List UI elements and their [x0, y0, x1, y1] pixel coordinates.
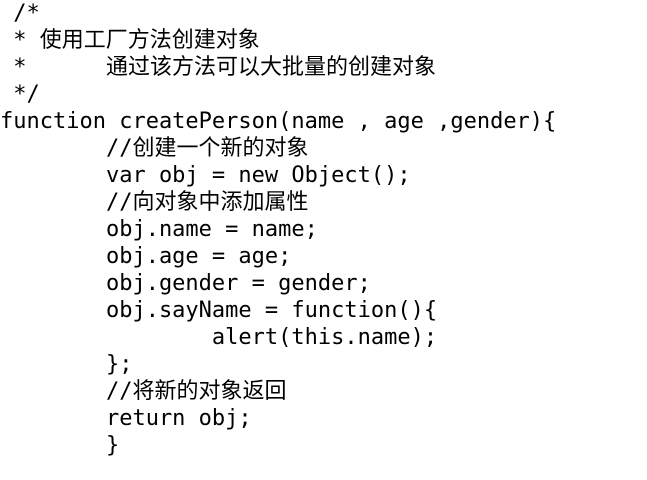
code-line-13: alert(this.name); — [0, 325, 438, 350]
code-line-8: //向对象中添加属性 — [0, 190, 309, 215]
code-line-2: * 使用工厂方法创建对象 — [0, 28, 260, 53]
code-line-3: * 通过该方法可以大批量的创建对象 — [0, 55, 436, 80]
code-line-9: obj.name = name; — [0, 217, 318, 242]
code-line-7: var obj = new Object(); — [0, 163, 411, 188]
code-editor[interactable]: /* * 使用工厂方法创建对象 * 通过该方法可以大批量的创建对象 */ fun… — [0, 0, 647, 480]
code-line-4: */ — [0, 82, 40, 107]
code-line-15: //将新的对象返回 — [0, 379, 287, 404]
code-line-5: function createPerson(name , age ,gender… — [0, 109, 557, 134]
code-line-11: obj.gender = gender; — [0, 271, 371, 296]
code-line-16: return obj; — [0, 406, 252, 431]
code-line-12: obj.sayName = function(){ — [0, 298, 438, 323]
code-line-10: obj.age = age; — [0, 244, 292, 269]
code-line-6: //创建一个新的对象 — [0, 136, 309, 161]
code-line-1: /* — [0, 1, 40, 26]
code-line-17: } — [0, 433, 120, 458]
code-line-14: }; — [0, 352, 133, 377]
